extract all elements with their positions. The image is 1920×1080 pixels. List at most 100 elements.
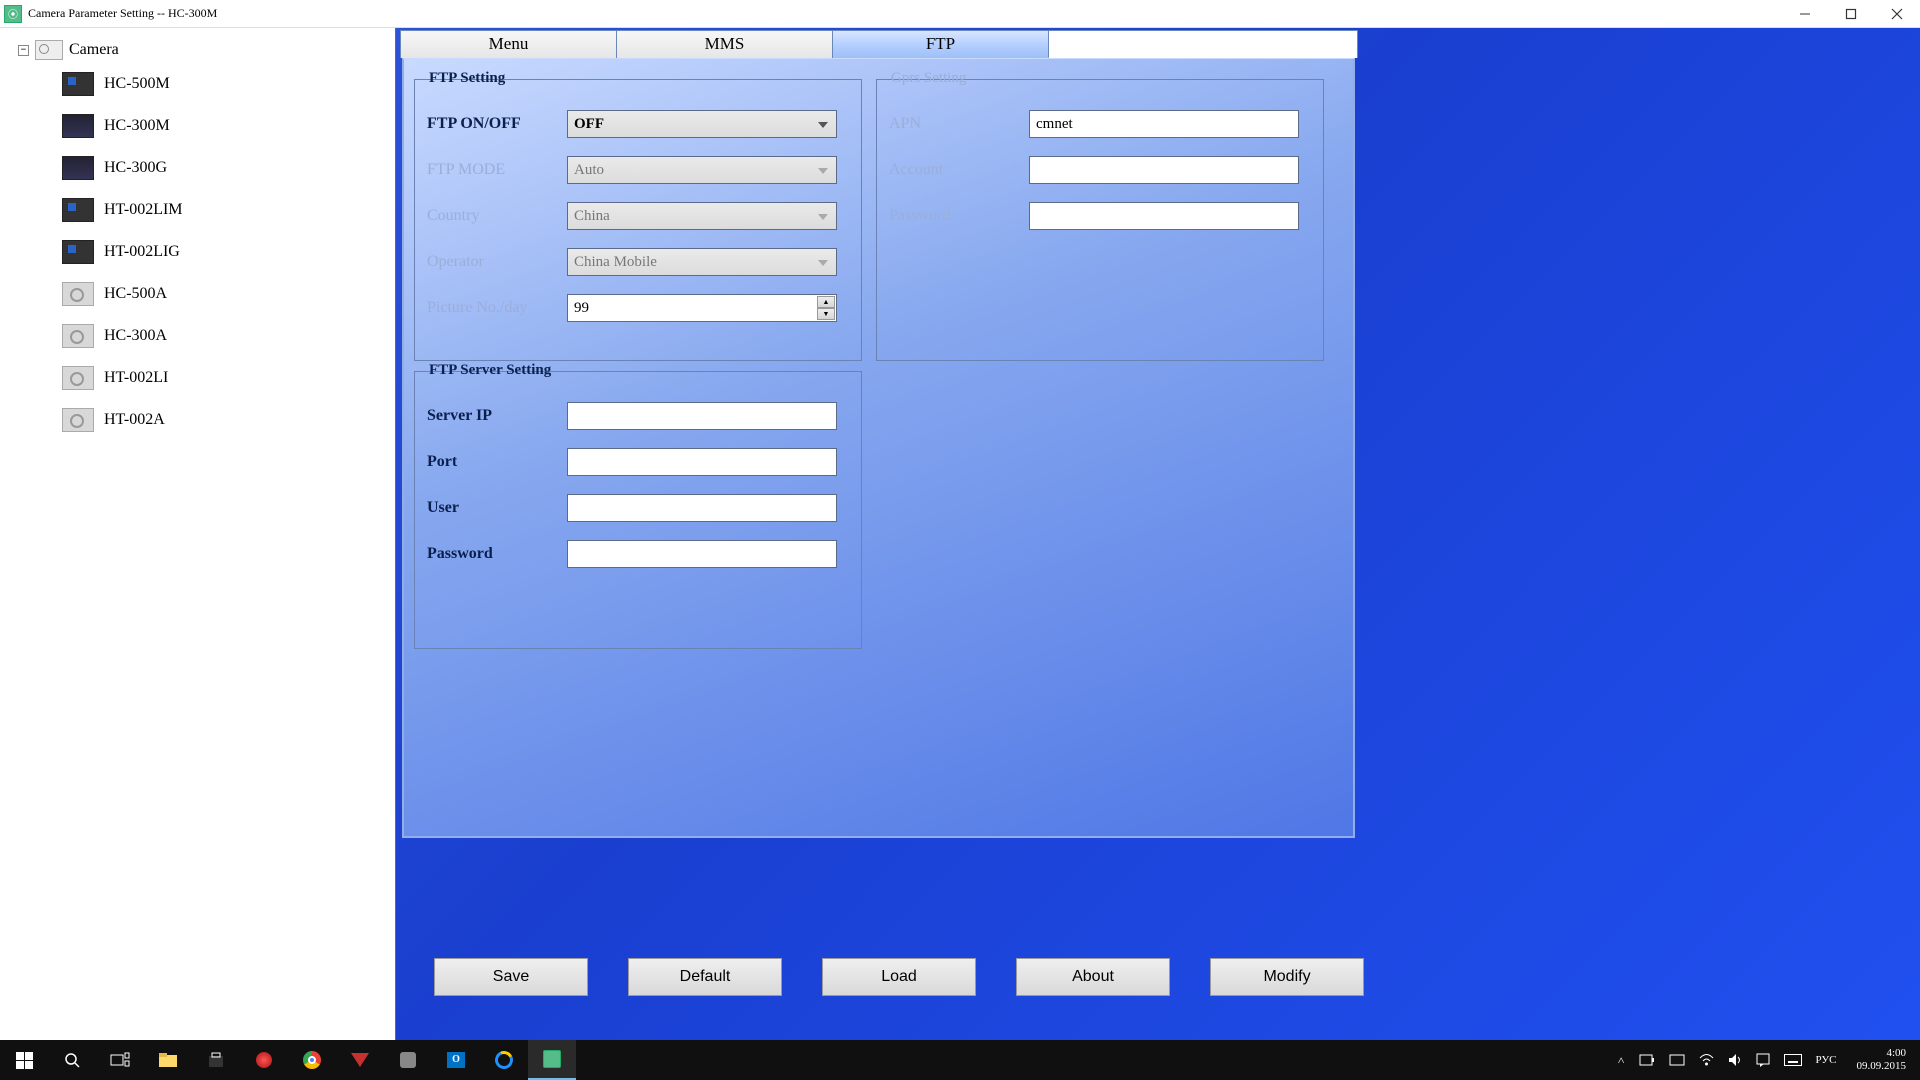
- spinner-down-icon[interactable]: ▼: [817, 308, 835, 320]
- port-input[interactable]: [567, 448, 837, 476]
- spinner-buttons[interactable]: ▲▼: [817, 296, 835, 320]
- tree-root-label: Camera: [69, 41, 119, 59]
- taskbar-app-1[interactable]: [240, 1040, 288, 1080]
- user-label: User: [427, 499, 567, 517]
- taskbar-file-explorer[interactable]: [144, 1040, 192, 1080]
- tree-item-label: HC-500M: [104, 75, 170, 93]
- save-button[interactable]: Save: [434, 958, 588, 996]
- tab-menu[interactable]: Menu: [401, 31, 617, 58]
- outlook-icon: O: [447, 1052, 465, 1068]
- tree-item-label: HT-002LI: [104, 369, 168, 387]
- picno-spinner[interactable]: 99 ▲▼: [567, 294, 837, 322]
- tree-item-hc-300g[interactable]: HC-300G: [62, 156, 395, 180]
- tree-root[interactable]: − Camera: [0, 38, 395, 62]
- windows-logo-icon: [16, 1052, 33, 1069]
- spinner-up-icon[interactable]: ▲: [817, 296, 835, 308]
- device-icon: [62, 114, 94, 138]
- taskbar-date: 09.09.2015: [1857, 1060, 1907, 1073]
- server-password-input[interactable]: [567, 540, 837, 568]
- taskbar-store[interactable]: [192, 1040, 240, 1080]
- about-button[interactable]: About: [1016, 958, 1170, 996]
- tree-item-ht-002lig[interactable]: HT-002LIG: [62, 240, 395, 264]
- search-button[interactable]: [48, 1040, 96, 1080]
- tree-item-ht-002lim[interactable]: HT-002LIM: [62, 198, 395, 222]
- main-panel: Menu MMS FTP FTP Setting FTP ON/OFF OFF: [396, 28, 1920, 1040]
- taskbar-outlook[interactable]: O: [432, 1040, 480, 1080]
- user-input[interactable]: [567, 494, 837, 522]
- folder-icon: [158, 1052, 178, 1068]
- tree-item-label: HC-500A: [104, 285, 167, 303]
- tree-item-ht-002a[interactable]: HT-002A: [62, 408, 395, 432]
- language-indicator[interactable]: РУС: [1816, 1054, 1837, 1066]
- taskbar-current-app[interactable]: [528, 1040, 576, 1080]
- maximize-button[interactable]: [1828, 0, 1874, 28]
- ftp-onoff-select[interactable]: OFF: [567, 110, 837, 138]
- tab-mms[interactable]: MMS: [617, 31, 833, 58]
- server-ip-input[interactable]: [567, 402, 837, 430]
- maximize-icon: [1845, 8, 1857, 20]
- apn-input[interactable]: cmnet: [1029, 110, 1299, 138]
- tree-item-label: HT-002A: [104, 411, 165, 429]
- taskbar-app-2[interactable]: [336, 1040, 384, 1080]
- tree-collapse-icon[interactable]: −: [18, 45, 29, 56]
- device-icon: [62, 72, 94, 96]
- taskbar-app-3[interactable]: [384, 1040, 432, 1080]
- port-label: Port: [427, 453, 567, 471]
- tree-children: HC-500M HC-300M HC-300G HT-002LIM HT-002…: [0, 72, 395, 432]
- apn-label: APN: [889, 115, 1029, 133]
- tray-chevron-up-icon[interactable]: ˄: [1618, 1053, 1625, 1068]
- tab-strip: Menu MMS FTP: [400, 30, 1358, 58]
- taskbar-clock[interactable]: 4:00 09.09.2015: [1851, 1047, 1913, 1073]
- start-button[interactable]: [0, 1040, 48, 1080]
- search-icon: [63, 1051, 81, 1069]
- tree-item-label: HT-002LIG: [104, 243, 180, 261]
- system-tray: ˄ РУС 4:00 09.09.2015: [1618, 1047, 1920, 1073]
- tab-ftp[interactable]: FTP: [833, 31, 1049, 58]
- task-view-icon: [110, 1052, 130, 1068]
- device-icon: [62, 324, 94, 348]
- tree-item-hc-300m[interactable]: HC-300M: [62, 114, 395, 138]
- server-ip-label: Server IP: [427, 407, 567, 425]
- tree-item-label: HC-300G: [104, 159, 167, 177]
- keyboard-icon[interactable]: [1784, 1054, 1802, 1066]
- modify-button[interactable]: Modify: [1210, 958, 1364, 996]
- window-title: Camera Parameter Setting -- HC-300M: [28, 6, 217, 21]
- account-input[interactable]: [1029, 156, 1299, 184]
- tree-item-label: HC-300A: [104, 327, 167, 345]
- notifications-icon[interactable]: [1756, 1053, 1770, 1067]
- tree-item-label: HT-002LIM: [104, 201, 183, 219]
- gray-app-icon: [400, 1052, 416, 1068]
- taskbar-ie[interactable]: [480, 1040, 528, 1080]
- taskbar: O ˄ РУС 4:00 09.09.2015: [0, 1040, 1920, 1080]
- minimize-icon: [1799, 8, 1811, 20]
- tree-item-hc-300a[interactable]: HC-300A: [62, 324, 395, 348]
- group-legend: FTP Server Setting: [425, 362, 555, 379]
- tree-item-hc-500a[interactable]: HC-500A: [62, 282, 395, 306]
- tree-item-hc-500m[interactable]: HC-500M: [62, 72, 395, 96]
- chrome-icon: [303, 1051, 321, 1069]
- close-button[interactable]: [1874, 0, 1920, 28]
- minimize-button[interactable]: [1782, 0, 1828, 28]
- default-button[interactable]: Default: [628, 958, 782, 996]
- task-view-button[interactable]: [96, 1040, 144, 1080]
- taskbar-chrome[interactable]: [288, 1040, 336, 1080]
- camera-tree-sidebar: − Camera HC-500M HC-300M HC-300G HT-002L…: [0, 28, 396, 1040]
- group-ftp-setting: FTP Setting FTP ON/OFF OFF FTP MODE Auto…: [414, 79, 862, 361]
- app-icon: ⦿: [4, 5, 22, 23]
- keyboard-tray-icon[interactable]: [1669, 1053, 1685, 1067]
- ie-icon: [492, 1048, 515, 1071]
- country-label: Country: [427, 207, 567, 225]
- current-app-icon: [543, 1050, 561, 1068]
- battery-icon[interactable]: [1639, 1053, 1655, 1067]
- group-gprs-setting: Gprs Setting APN cmnet Account Password: [876, 79, 1324, 361]
- ftp-onoff-label: FTP ON/OFF: [427, 115, 567, 133]
- window-titlebar: ⦿ Camera Parameter Setting -- HC-300M: [0, 0, 1920, 28]
- tree-item-ht-002li[interactable]: HT-002LI: [62, 366, 395, 390]
- wifi-icon[interactable]: [1699, 1053, 1714, 1067]
- country-select: China: [567, 202, 837, 230]
- device-icon: [62, 366, 94, 390]
- camera-root-icon: [35, 40, 63, 60]
- load-button[interactable]: Load: [822, 958, 976, 996]
- gprs-password-input[interactable]: [1029, 202, 1299, 230]
- volume-icon[interactable]: [1728, 1053, 1742, 1067]
